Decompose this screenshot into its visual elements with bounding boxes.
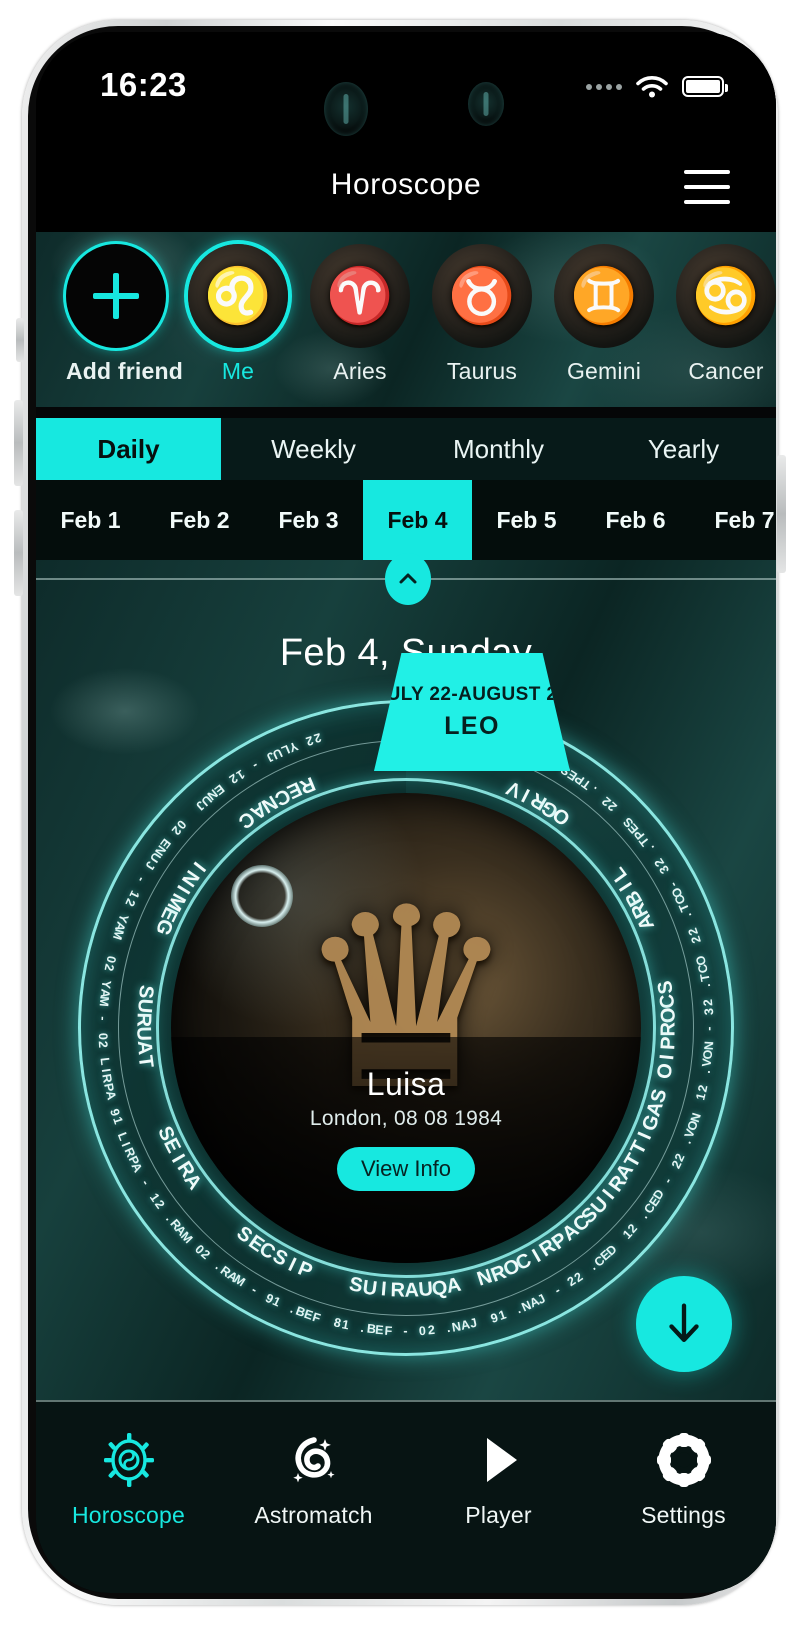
tab-daily[interactable]: Daily bbox=[36, 418, 221, 480]
avatar[interactable]: ♌ bbox=[188, 244, 288, 348]
friend-label: Cancer bbox=[688, 358, 764, 384]
status-bar-indicators bbox=[586, 74, 728, 99]
highlight-sign: LEO bbox=[444, 711, 500, 740]
nav-label: Horoscope bbox=[71, 1502, 186, 1528]
date-item-feb-3[interactable]: Feb 3 bbox=[254, 480, 363, 560]
friend-label: Add friend bbox=[66, 358, 183, 384]
cancer-glyph-icon: ♋ bbox=[692, 266, 760, 326]
play-icon bbox=[471, 1430, 527, 1490]
avatar[interactable]: ♈ bbox=[310, 244, 410, 348]
horoscope-wheel-icon bbox=[99, 1430, 159, 1490]
collapse-toggle-button[interactable] bbox=[385, 553, 431, 605]
status-bar-time: 16:23 bbox=[100, 66, 187, 103]
period-tabs: Daily Weekly Monthly Yearly bbox=[36, 418, 776, 480]
date-item-feb-1[interactable]: Feb 1 bbox=[36, 480, 145, 560]
signal-dots-icon bbox=[586, 83, 622, 90]
power-button[interactable] bbox=[777, 455, 786, 573]
astromatch-spiral-icon bbox=[285, 1430, 343, 1490]
tab-monthly[interactable]: Monthly bbox=[406, 418, 591, 480]
tab-yearly[interactable]: Yearly bbox=[591, 418, 776, 480]
arrow-down-icon bbox=[669, 1303, 699, 1342]
profile-name: Luisa bbox=[366, 1065, 446, 1102]
volume-up-button[interactable] bbox=[14, 400, 23, 486]
zodiac-wheel[interactable]: VIRGOAUG. 23 -SEPT. 22LIBRASEPT. 23 -OCT… bbox=[78, 653, 734, 1356]
leo-glyph-icon: ♌ bbox=[204, 266, 272, 326]
status-bar: 16:23 bbox=[36, 32, 776, 144]
hamburger-menu-icon[interactable] bbox=[684, 170, 730, 204]
zodiac-segment-leo-highlight[interactable]: JULY 22-AUGUST 22 LEO bbox=[374, 653, 570, 771]
face-id-sensor bbox=[468, 82, 504, 126]
screenshot-root: 16:23 Horoscope Add friend ♌ Me ♈ Aries … bbox=[0, 0, 800, 1625]
silent-switch-button[interactable] bbox=[16, 318, 24, 362]
profile-details: London, 08 08 1984 bbox=[309, 1106, 503, 1130]
nav-item-astromatch[interactable]: Astromatch bbox=[221, 1402, 406, 1593]
friend-label: Gemini bbox=[566, 358, 642, 384]
tab-weekly[interactable]: Weekly bbox=[221, 418, 406, 480]
date-item-feb-2[interactable]: Feb 2 bbox=[145, 480, 254, 560]
add-friend-avatar[interactable] bbox=[66, 244, 166, 348]
phone-screen: 16:23 Horoscope Add friend ♌ Me ♈ Aries … bbox=[36, 32, 776, 1593]
nav-label: Astromatch bbox=[254, 1502, 373, 1528]
gear-icon bbox=[656, 1430, 712, 1490]
nav-label: Player bbox=[465, 1502, 532, 1528]
friend-item-add[interactable]: Add friend bbox=[66, 244, 183, 385]
friend-item-gemini[interactable]: ♊ Gemini bbox=[554, 244, 654, 385]
wifi-icon bbox=[636, 76, 668, 98]
friend-label: Taurus bbox=[446, 358, 518, 384]
view-info-button[interactable]: View Info bbox=[336, 1146, 476, 1191]
download-fab-button[interactable] bbox=[636, 1276, 732, 1372]
date-item-feb-7[interactable]: Feb 7 bbox=[690, 480, 776, 560]
date-item-feb-6[interactable]: Feb 6 bbox=[581, 480, 690, 560]
nav-item-settings[interactable]: Settings bbox=[591, 1402, 776, 1593]
friend-item-me[interactable]: ♌ Me bbox=[188, 244, 288, 385]
zodiac-center-disc: ♛ Luisa London, 08 08 1984 View Info bbox=[171, 793, 641, 1263]
nav-label: Settings bbox=[641, 1502, 726, 1528]
profile-info: Luisa London, 08 08 1984 View Info bbox=[171, 1066, 641, 1191]
aries-glyph-icon: ♈ bbox=[326, 266, 394, 326]
page-title: Horoscope bbox=[330, 168, 482, 201]
volume-down-button[interactable] bbox=[14, 510, 23, 596]
main-panel: Feb 4, Sunday VIRGOAUG. 23 -SEPT. 22LIBR… bbox=[36, 560, 776, 1400]
date-strip[interactable]: Feb 1 Feb 2 Feb 3 Feb 4 Feb 5 Feb 6 Feb … bbox=[36, 480, 776, 560]
friends-strip[interactable]: Add friend ♌ Me ♈ Aries ♉ Taurus ♊ Gemin… bbox=[36, 232, 776, 407]
taurus-glyph-icon: ♉ bbox=[448, 266, 516, 326]
plus-icon bbox=[93, 273, 139, 319]
highlight-dates: JULY 22-AUGUST 22 bbox=[375, 683, 569, 705]
chevron-up-icon bbox=[399, 573, 417, 584]
friend-label: Aries bbox=[333, 358, 387, 384]
gemini-glyph-icon: ♊ bbox=[570, 266, 638, 326]
avatar[interactable]: ♊ bbox=[554, 244, 654, 348]
date-row: Feb 1 Feb 2 Feb 3 Feb 4 Feb 5 Feb 6 Feb … bbox=[36, 480, 776, 560]
date-item-feb-5[interactable]: Feb 5 bbox=[472, 480, 581, 560]
app-bar: Horoscope bbox=[36, 144, 776, 232]
nav-item-horoscope[interactable]: Horoscope bbox=[36, 1402, 221, 1593]
bottom-navigation: Horoscope Astromatch Player Settings bbox=[36, 1400, 776, 1593]
friends-row: Add friend ♌ Me ♈ Aries ♉ Taurus ♊ Gemin… bbox=[66, 244, 776, 385]
nav-item-player[interactable]: Player bbox=[406, 1402, 591, 1593]
friend-item-aries[interactable]: ♈ Aries bbox=[310, 244, 410, 385]
avatar[interactable]: ♉ bbox=[432, 244, 532, 348]
front-camera-lens bbox=[324, 82, 368, 136]
avatar[interactable]: ♋ bbox=[676, 244, 776, 348]
friend-item-taurus[interactable]: ♉ Taurus bbox=[432, 244, 532, 385]
friend-label: Me bbox=[221, 358, 255, 384]
friend-item-cancer[interactable]: ♋ Cancer bbox=[676, 244, 776, 385]
date-item-feb-4[interactable]: Feb 4 bbox=[363, 480, 472, 560]
app-stage: 16:23 Horoscope Add friend ♌ Me ♈ Aries … bbox=[36, 32, 776, 1593]
moon-decoration-icon bbox=[231, 865, 293, 927]
battery-icon bbox=[682, 76, 728, 97]
